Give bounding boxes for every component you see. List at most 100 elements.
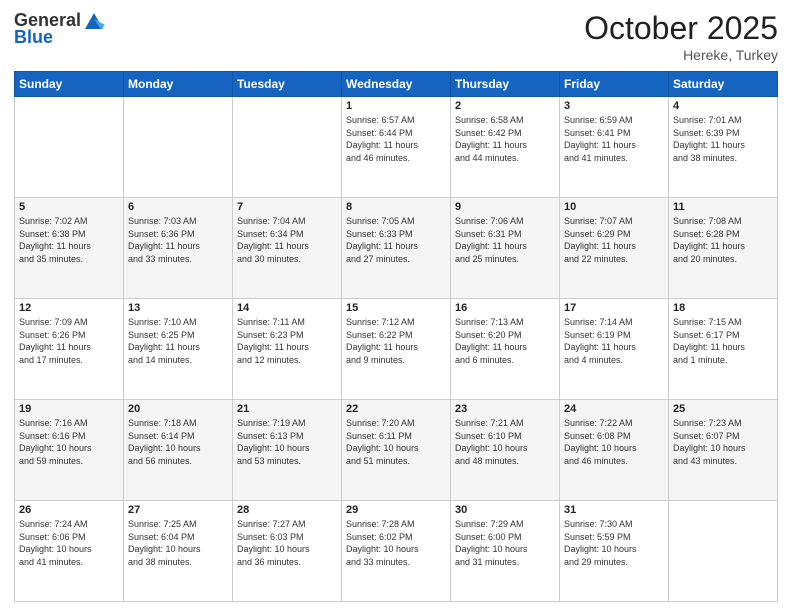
calendar-cell (669, 501, 778, 602)
day-info: Sunrise: 7:03 AM Sunset: 6:36 PM Dayligh… (128, 215, 228, 265)
day-number: 22 (346, 403, 446, 415)
calendar-week-1: 1Sunrise: 6:57 AM Sunset: 6:44 PM Daylig… (15, 97, 778, 198)
day-number: 18 (673, 302, 773, 314)
calendar-cell: 2 Sunrise: 6:58 AM Sunset: 6:42 PM Daylig… (451, 97, 560, 198)
header: General Blue October 2025 Hereke, Turkey (14, 10, 778, 63)
weekday-header-sunday: Sunday (15, 72, 124, 97)
day-info: Sunrise: 7:08 AM Sunset: 6:28 PM Dayligh… (673, 215, 773, 265)
calendar-week-5: 26 Sunrise: 7:24 AM Sunset: 6:06 PM Dayli… (15, 501, 778, 602)
day-info: Sunrise: 7:29 AM Sunset: 6:00 PM Dayligh… (455, 518, 555, 568)
calendar-cell: 17Sunrise: 7:14 AM Sunset: 6:19 PM Dayli… (560, 299, 669, 400)
day-info: Sunrise: 7:24 AM Sunset: 6:06 PM Dayligh… (19, 518, 119, 568)
calendar-cell (233, 97, 342, 198)
calendar-cell: 9 Sunrise: 7:06 AM Sunset: 6:31 PM Daylig… (451, 198, 560, 299)
calendar-cell: 18 Sunrise: 7:15 AM Sunset: 6:17 PM Dayli… (669, 299, 778, 400)
calendar-cell: 13 Sunrise: 7:10 AM Sunset: 6:25 PM Dayli… (124, 299, 233, 400)
calendar-cell: 31 Sunrise: 7:30 AM Sunset: 5:59 PM Dayli… (560, 501, 669, 602)
logo-text: General Blue (14, 10, 107, 48)
location-title: Hereke, Turkey (584, 47, 778, 63)
day-info: Sunrise: 7:18 AM Sunset: 6:14 PM Dayligh… (128, 417, 228, 467)
day-number: 19 (19, 403, 119, 415)
calendar-cell: 20 Sunrise: 7:18 AM Sunset: 6:14 PM Dayli… (124, 400, 233, 501)
day-info: Sunrise: 6:58 AM Sunset: 6:42 PM Dayligh… (455, 114, 555, 164)
day-number: 14 (237, 302, 337, 314)
page: General Blue October 2025 Hereke, Turkey… (0, 0, 792, 612)
day-number: 26 (19, 504, 119, 516)
day-info: Sunrise: 7:10 AM Sunset: 6:25 PM Dayligh… (128, 316, 228, 366)
calendar-cell: 8 Sunrise: 7:05 AM Sunset: 6:33 PM Daylig… (342, 198, 451, 299)
day-info: Sunrise: 7:19 AM Sunset: 6:13 PM Dayligh… (237, 417, 337, 467)
day-number: 15 (346, 302, 446, 314)
day-number: 2 (455, 100, 555, 112)
day-info: Sunrise: 7:30 AM Sunset: 5:59 PM Dayligh… (564, 518, 664, 568)
day-info: Sunrise: 7:22 AM Sunset: 6:08 PM Dayligh… (564, 417, 664, 467)
calendar-cell: 21 Sunrise: 7:19 AM Sunset: 6:13 PM Dayli… (233, 400, 342, 501)
day-number: 27 (128, 504, 228, 516)
calendar-week-2: 5Sunrise: 7:02 AM Sunset: 6:38 PM Daylig… (15, 198, 778, 299)
calendar-cell: 16Sunrise: 7:13 AM Sunset: 6:20 PM Dayli… (451, 299, 560, 400)
weekday-header-friday: Friday (560, 72, 669, 97)
day-number: 9 (455, 201, 555, 213)
day-info: Sunrise: 7:09 AM Sunset: 6:26 PM Dayligh… (19, 316, 119, 366)
calendar-cell: 1Sunrise: 6:57 AM Sunset: 6:44 PM Daylig… (342, 97, 451, 198)
calendar-cell: 27 Sunrise: 7:25 AM Sunset: 6:04 PM Dayli… (124, 501, 233, 602)
day-info: Sunrise: 7:23 AM Sunset: 6:07 PM Dayligh… (673, 417, 773, 467)
calendar-cell: 25Sunrise: 7:23 AM Sunset: 6:07 PM Dayli… (669, 400, 778, 501)
day-number: 24 (564, 403, 664, 415)
day-number: 12 (19, 302, 119, 314)
calendar-cell: 15 Sunrise: 7:12 AM Sunset: 6:22 PM Dayli… (342, 299, 451, 400)
day-number: 20 (128, 403, 228, 415)
calendar-cell: 30Sunrise: 7:29 AM Sunset: 6:00 PM Dayli… (451, 501, 560, 602)
calendar-week-3: 12 Sunrise: 7:09 AM Sunset: 6:26 PM Dayli… (15, 299, 778, 400)
calendar-cell: 10 Sunrise: 7:07 AM Sunset: 6:29 PM Dayli… (560, 198, 669, 299)
weekday-header-row: SundayMondayTuesdayWednesdayThursdayFrid… (15, 72, 778, 97)
day-number: 7 (237, 201, 337, 213)
day-number: 17 (564, 302, 664, 314)
day-info: Sunrise: 7:11 AM Sunset: 6:23 PM Dayligh… (237, 316, 337, 366)
day-info: Sunrise: 7:01 AM Sunset: 6:39 PM Dayligh… (673, 114, 773, 164)
day-number: 23 (455, 403, 555, 415)
calendar-cell: 19Sunrise: 7:16 AM Sunset: 6:16 PM Dayli… (15, 400, 124, 501)
day-info: Sunrise: 7:02 AM Sunset: 6:38 PM Dayligh… (19, 215, 119, 265)
day-number: 1 (346, 100, 446, 112)
logo-icon (83, 11, 105, 31)
calendar-cell: 12 Sunrise: 7:09 AM Sunset: 6:26 PM Dayli… (15, 299, 124, 400)
day-info: Sunrise: 7:25 AM Sunset: 6:04 PM Dayligh… (128, 518, 228, 568)
month-title: October 2025 (584, 10, 778, 47)
day-number: 10 (564, 201, 664, 213)
day-number: 31 (564, 504, 664, 516)
weekday-header-monday: Monday (124, 72, 233, 97)
calendar-cell (124, 97, 233, 198)
calendar-cell: 29Sunrise: 7:28 AM Sunset: 6:02 PM Dayli… (342, 501, 451, 602)
day-number: 21 (237, 403, 337, 415)
day-number: 3 (564, 100, 664, 112)
logo: General Blue (14, 10, 107, 48)
calendar-cell (15, 97, 124, 198)
day-info: Sunrise: 7:06 AM Sunset: 6:31 PM Dayligh… (455, 215, 555, 265)
calendar-cell: 14 Sunrise: 7:11 AM Sunset: 6:23 PM Dayli… (233, 299, 342, 400)
day-info: Sunrise: 7:04 AM Sunset: 6:34 PM Dayligh… (237, 215, 337, 265)
calendar-cell: 28 Sunrise: 7:27 AM Sunset: 6:03 PM Dayli… (233, 501, 342, 602)
day-number: 28 (237, 504, 337, 516)
day-info: Sunrise: 7:12 AM Sunset: 6:22 PM Dayligh… (346, 316, 446, 366)
day-number: 8 (346, 201, 446, 213)
calendar-week-4: 19Sunrise: 7:16 AM Sunset: 6:16 PM Dayli… (15, 400, 778, 501)
calendar-cell: 26 Sunrise: 7:24 AM Sunset: 6:06 PM Dayli… (15, 501, 124, 602)
weekday-header-wednesday: Wednesday (342, 72, 451, 97)
day-info: Sunrise: 7:07 AM Sunset: 6:29 PM Dayligh… (564, 215, 664, 265)
day-info: Sunrise: 7:21 AM Sunset: 6:10 PM Dayligh… (455, 417, 555, 467)
day-number: 11 (673, 201, 773, 213)
day-number: 29 (346, 504, 446, 516)
calendar-cell: 11 Sunrise: 7:08 AM Sunset: 6:28 PM Dayli… (669, 198, 778, 299)
day-info: Sunrise: 7:27 AM Sunset: 6:03 PM Dayligh… (237, 518, 337, 568)
calendar-cell: 3Sunrise: 6:59 AM Sunset: 6:41 PM Daylig… (560, 97, 669, 198)
day-info: Sunrise: 7:05 AM Sunset: 6:33 PM Dayligh… (346, 215, 446, 265)
title-section: October 2025 Hereke, Turkey (584, 10, 778, 63)
calendar-cell: 6Sunrise: 7:03 AM Sunset: 6:36 PM Daylig… (124, 198, 233, 299)
day-number: 13 (128, 302, 228, 314)
calendar-cell: 4Sunrise: 7:01 AM Sunset: 6:39 PM Daylig… (669, 97, 778, 198)
calendar-cell: 22Sunrise: 7:20 AM Sunset: 6:11 PM Dayli… (342, 400, 451, 501)
day-info: Sunrise: 7:15 AM Sunset: 6:17 PM Dayligh… (673, 316, 773, 366)
weekday-header-saturday: Saturday (669, 72, 778, 97)
weekday-header-thursday: Thursday (451, 72, 560, 97)
